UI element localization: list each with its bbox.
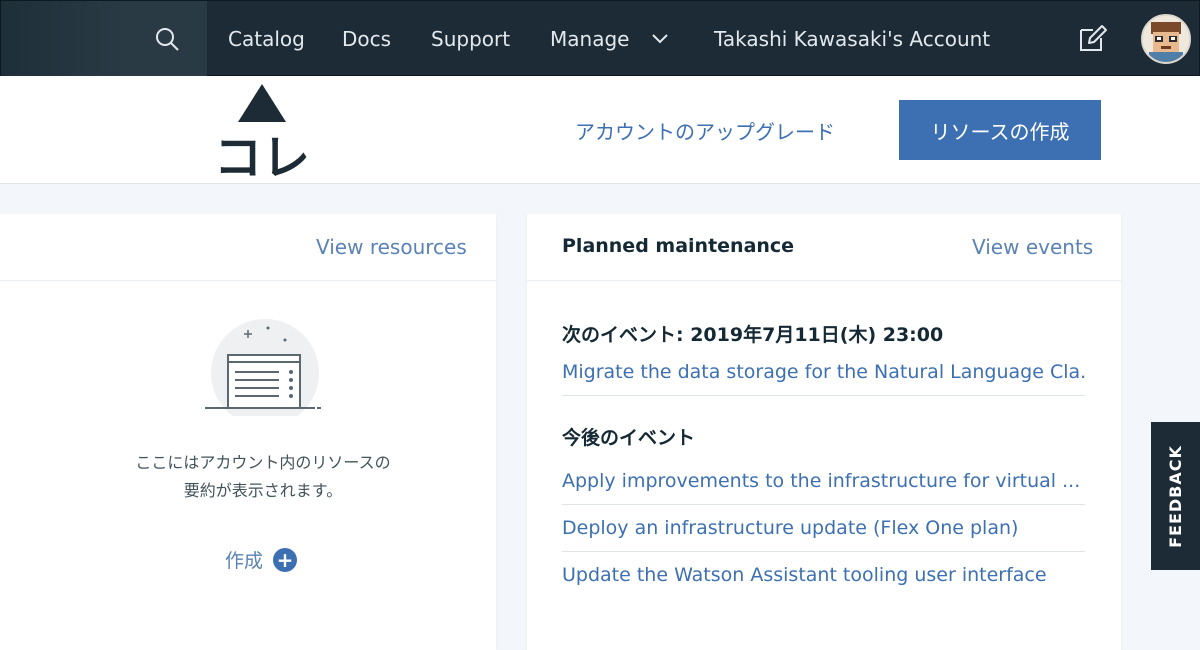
resources-summary-card [0, 214, 496, 650]
nav-catalog[interactable]: Catalog [228, 1, 305, 77]
annotation-arrow-icon: コレ [214, 84, 310, 184]
next-event-link[interactable]: Migrate the data storage for the Natural… [562, 350, 1085, 396]
edit-icon [1080, 25, 1107, 51]
planned-maintenance-card: Planned maintenance 次のイベント: 2019年7月11日(木… [527, 214, 1121, 650]
nav-support[interactable]: Support [431, 1, 510, 77]
next-event-label: 次のイベント: 2019年7月11日(木) 23:00 [562, 324, 944, 346]
nav-account-switcher[interactable]: Takashi Kawasaki's Account [714, 1, 990, 77]
card-title: Planned maintenance [562, 235, 795, 257]
create-link-label: 作成 [225, 550, 264, 572]
feedback-tab[interactable]: FEEDBACK [1151, 422, 1200, 570]
search-icon [156, 28, 179, 51]
nav-manage[interactable]: Manage [550, 1, 669, 77]
view-events-link[interactable]: View events [972, 235, 1093, 259]
avatar-image [1143, 16, 1189, 62]
upcoming-event-link[interactable]: Update the Watson Assistant tooling user… [562, 553, 1085, 599]
search-button[interactable] [1, 1, 207, 77]
create-resource-button[interactable]: リソースの作成 [899, 100, 1101, 160]
chevron-down-icon [652, 34, 669, 44]
nav-docs[interactable]: Docs [342, 1, 391, 77]
feedback-label: FEEDBACK [1166, 444, 1186, 548]
top-navigation: Catalog Docs Support Manage Takashi Kawa… [0, 0, 1200, 77]
edit-button[interactable] [1075, 21, 1109, 55]
create-link[interactable]: 作成 + [225, 546, 298, 573]
nav-manage-label: Manage [550, 27, 630, 51]
annotation-text: コレ [214, 130, 310, 184]
upcoming-event-link[interactable]: Deploy an infrastructure update (Flex On… [562, 506, 1085, 552]
plus-circle-icon: + [273, 547, 298, 572]
empty-state-text-line2: 要約が表示されます。 [183, 481, 343, 500]
upcoming-event-link[interactable]: Apply improvements to the infrastructure… [562, 459, 1085, 505]
empty-resources-illustration-icon [205, 319, 321, 416]
empty-state-text-line1: ここにはアカウント内のリソースの [135, 453, 391, 472]
view-resources-link[interactable]: View resources [316, 235, 467, 259]
upgrade-account-link[interactable]: アカウントのアップグレード [575, 116, 835, 145]
avatar[interactable] [1141, 14, 1191, 64]
upcoming-events-label: 今後のイベント [562, 427, 696, 449]
